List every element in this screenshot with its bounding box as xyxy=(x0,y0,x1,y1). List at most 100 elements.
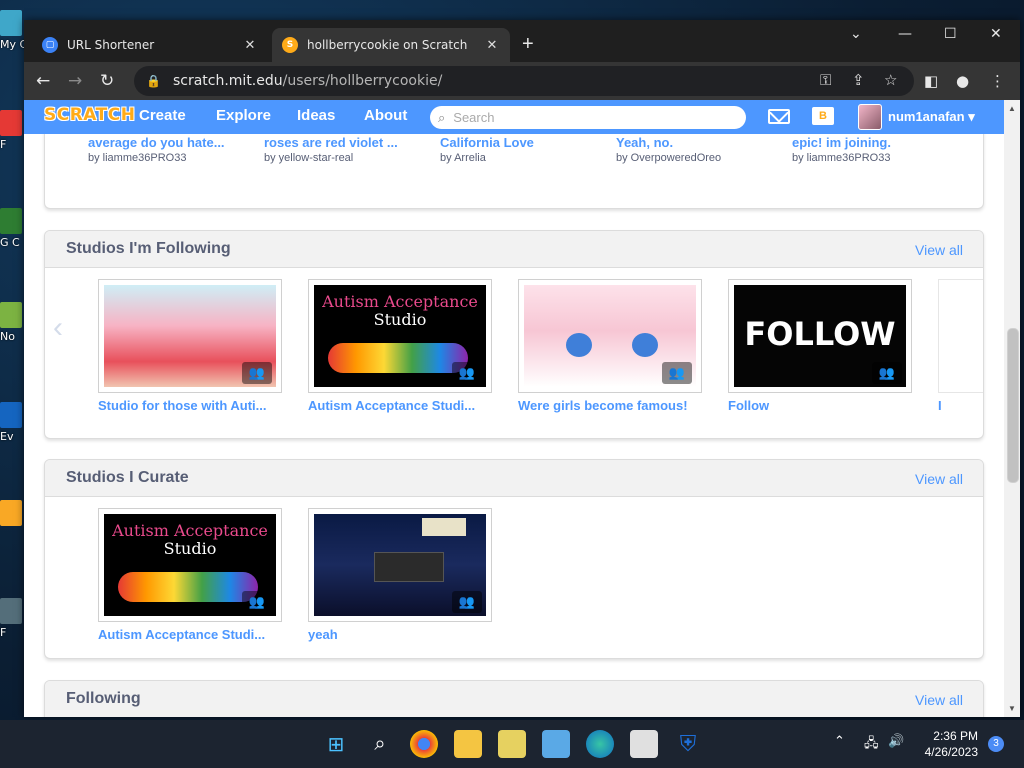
search-placeholder: Search xyxy=(453,110,495,125)
maximize-button[interactable]: ☐ xyxy=(944,26,957,42)
studio-card[interactable]: 👥 yeah xyxy=(308,508,492,642)
scrollbar-thumb[interactable] xyxy=(1007,328,1019,483)
studio-title[interactable]: I xyxy=(938,398,983,413)
scroll-down-icon[interactable]: ▼ xyxy=(1008,704,1016,713)
bookmark-star-icon[interactable]: ☆ xyxy=(884,71,897,89)
file-explorer-icon[interactable] xyxy=(454,730,482,758)
new-tab-button[interactable]: + xyxy=(522,34,534,54)
menu-kebab-icon[interactable]: ⋮ xyxy=(990,71,1005,91)
side-panel-icon[interactable]: ◧ xyxy=(924,71,938,91)
studio-thumbnail[interactable]: FOLLOW 👥 xyxy=(728,279,912,393)
desktop-shortcut[interactable]: G C xyxy=(0,208,24,249)
studio-card[interactable]: Autism Acceptance Studio 👥 Autism Accepta… xyxy=(308,279,492,413)
view-all-link[interactable]: View all xyxy=(915,471,963,487)
studio-thumbnail[interactable]: Autism Acceptance Studio 👥 xyxy=(308,279,492,393)
project-title[interactable]: average do you hate... xyxy=(88,135,248,150)
tab-search-icon[interactable]: ⌄ xyxy=(850,26,862,42)
view-all-link[interactable]: View all xyxy=(915,242,963,258)
volume-icon[interactable]: 🔊 xyxy=(888,734,904,749)
studio-thumbnail[interactable]: 👥 xyxy=(98,279,282,393)
search-icon[interactable]: ⌕ xyxy=(366,730,394,758)
tab-hollberrycookie[interactable]: S hollberrycookie on Scratch ✕ xyxy=(272,28,510,62)
network-icon[interactable]: 🖧 xyxy=(864,734,879,756)
close-tab-icon[interactable]: ✕ xyxy=(242,38,258,53)
security-shield-icon[interactable]: ⛨ xyxy=(674,730,702,758)
project-title[interactable]: California Love xyxy=(440,135,600,150)
studio-title[interactable]: Were girls become famous! xyxy=(518,398,702,413)
studio-card-partial[interactable]: I xyxy=(938,279,983,413)
studio-group-icon: 👥 xyxy=(872,362,902,384)
project-author[interactable]: by yellow-star-real xyxy=(264,152,353,164)
snipping-tool-icon[interactable] xyxy=(630,730,658,758)
scroll-up-icon[interactable]: ▲ xyxy=(1008,104,1016,113)
studios-following-box: Studios I'm Following View all ‹ › 👥 Stu… xyxy=(44,230,984,439)
studio-image-text: FOLLOW xyxy=(744,315,896,353)
tray-chevron-icon[interactable]: ⌃ xyxy=(834,734,845,749)
desktop-shortcut[interactable]: F xyxy=(0,598,24,639)
share-icon[interactable]: ⇪ xyxy=(852,71,865,89)
control-panel-icon[interactable] xyxy=(542,730,570,758)
edge-icon[interactable] xyxy=(586,730,614,758)
studio-title[interactable]: yeah xyxy=(308,627,492,642)
close-window-button[interactable]: ✕ xyxy=(990,26,1002,42)
project-title[interactable]: roses are red violet ... xyxy=(264,135,424,150)
reload-button[interactable]: ↻ xyxy=(100,71,114,91)
profile-icon[interactable]: ● xyxy=(956,71,969,91)
desktop-shortcut[interactable]: No xyxy=(0,302,24,343)
nav-about-link[interactable]: About xyxy=(364,107,407,124)
project-author[interactable]: by liamme36PRO33 xyxy=(88,152,186,164)
nav-explore-link[interactable]: Explore xyxy=(216,107,271,124)
chrome-icon[interactable] xyxy=(410,730,438,758)
studio-title[interactable]: Studio for those with Auti... xyxy=(98,398,282,413)
desktop-shortcut-label: G C xyxy=(0,236,20,249)
avatar[interactable] xyxy=(858,104,882,130)
project-author[interactable]: by OverpoweredOreo xyxy=(616,152,721,164)
url-shortener-favicon-icon: ▢ xyxy=(42,37,58,53)
studio-thumbnail[interactable]: 👥 xyxy=(308,508,492,622)
page-scrollbar[interactable]: ▲ ▼ xyxy=(1004,100,1020,717)
start-windows-icon[interactable]: ⊞ xyxy=(322,730,350,758)
nav-create-link[interactable]: Create xyxy=(139,107,186,124)
studio-card[interactable]: 👥 Studio for those with Auti... xyxy=(98,279,282,413)
clock[interactable]: 2:36 PM 4/26/2023 xyxy=(918,728,978,760)
scratch-logo[interactable]: SCRATCH xyxy=(44,105,135,125)
username-menu[interactable]: num1anafan ▾ xyxy=(888,109,975,125)
studio-card[interactable]: Autism Acceptance Studio 👥 Autism Accepta… xyxy=(98,508,282,642)
lock-icon[interactable]: 🔒 xyxy=(146,74,161,88)
desktop-shortcut[interactable] xyxy=(0,500,24,528)
back-button[interactable]: ← xyxy=(36,71,50,91)
notification-badge[interactable]: 3 xyxy=(988,736,1004,752)
scratch-app-icon[interactable] xyxy=(498,730,526,758)
desktop-shortcut[interactable]: My C xyxy=(0,10,24,51)
studio-title[interactable]: Follow xyxy=(728,398,912,413)
search-input[interactable]: ⌕ Search xyxy=(430,106,746,129)
scratch-favicon-icon: S xyxy=(282,37,298,53)
tab-url-shortener[interactable]: ▢ URL Shortener ✕ xyxy=(32,28,268,62)
minimize-button[interactable]: — xyxy=(898,26,912,42)
my-stuff-icon[interactable]: B xyxy=(812,107,834,125)
project-title[interactable]: Yeah, no. xyxy=(616,135,776,150)
studio-thumbnail[interactable]: 👥 xyxy=(518,279,702,393)
studio-thumbnail[interactable] xyxy=(938,279,983,393)
taskbar: ⊞ ⌕ ⛨ ⌃ 🖧 🔊 2:36 PM 4/26/2023 3 xyxy=(0,720,1024,768)
close-tab-icon[interactable]: ✕ xyxy=(484,38,500,53)
studio-thumbnail[interactable]: Autism Acceptance Studio 👥 xyxy=(98,508,282,622)
studio-title[interactable]: Autism Acceptance Studi... xyxy=(308,398,492,413)
desktop-shortcut[interactable]: Ev xyxy=(0,402,24,443)
project-author[interactable]: by Arrelia xyxy=(440,152,486,164)
studio-card[interactable]: 👥 Were girls become famous! xyxy=(518,279,702,413)
key-icon[interactable]: ⚿ xyxy=(820,71,831,89)
desktop-shortcut[interactable]: F xyxy=(0,110,24,151)
profile-page: average do you hate... by liamme36PRO33 ro… xyxy=(24,134,1004,717)
studio-card[interactable]: FOLLOW 👥 Follow xyxy=(728,279,912,413)
carousel-prev-icon[interactable]: ‹ xyxy=(53,313,63,343)
forward-button[interactable]: → xyxy=(68,71,82,91)
desktop-shortcut-icon xyxy=(0,302,22,328)
project-title[interactable]: epic! im joining. xyxy=(792,135,952,150)
studio-title[interactable]: Autism Acceptance Studi... xyxy=(98,627,282,642)
address-bar[interactable]: 🔒 scratch.mit.edu/users/hollberrycookie/… xyxy=(134,66,914,96)
messages-icon[interactable] xyxy=(768,109,790,124)
view-all-link[interactable]: View all xyxy=(915,692,963,708)
nav-ideas-link[interactable]: Ideas xyxy=(297,107,335,124)
project-author[interactable]: by liamme36PRO33 xyxy=(792,152,890,164)
